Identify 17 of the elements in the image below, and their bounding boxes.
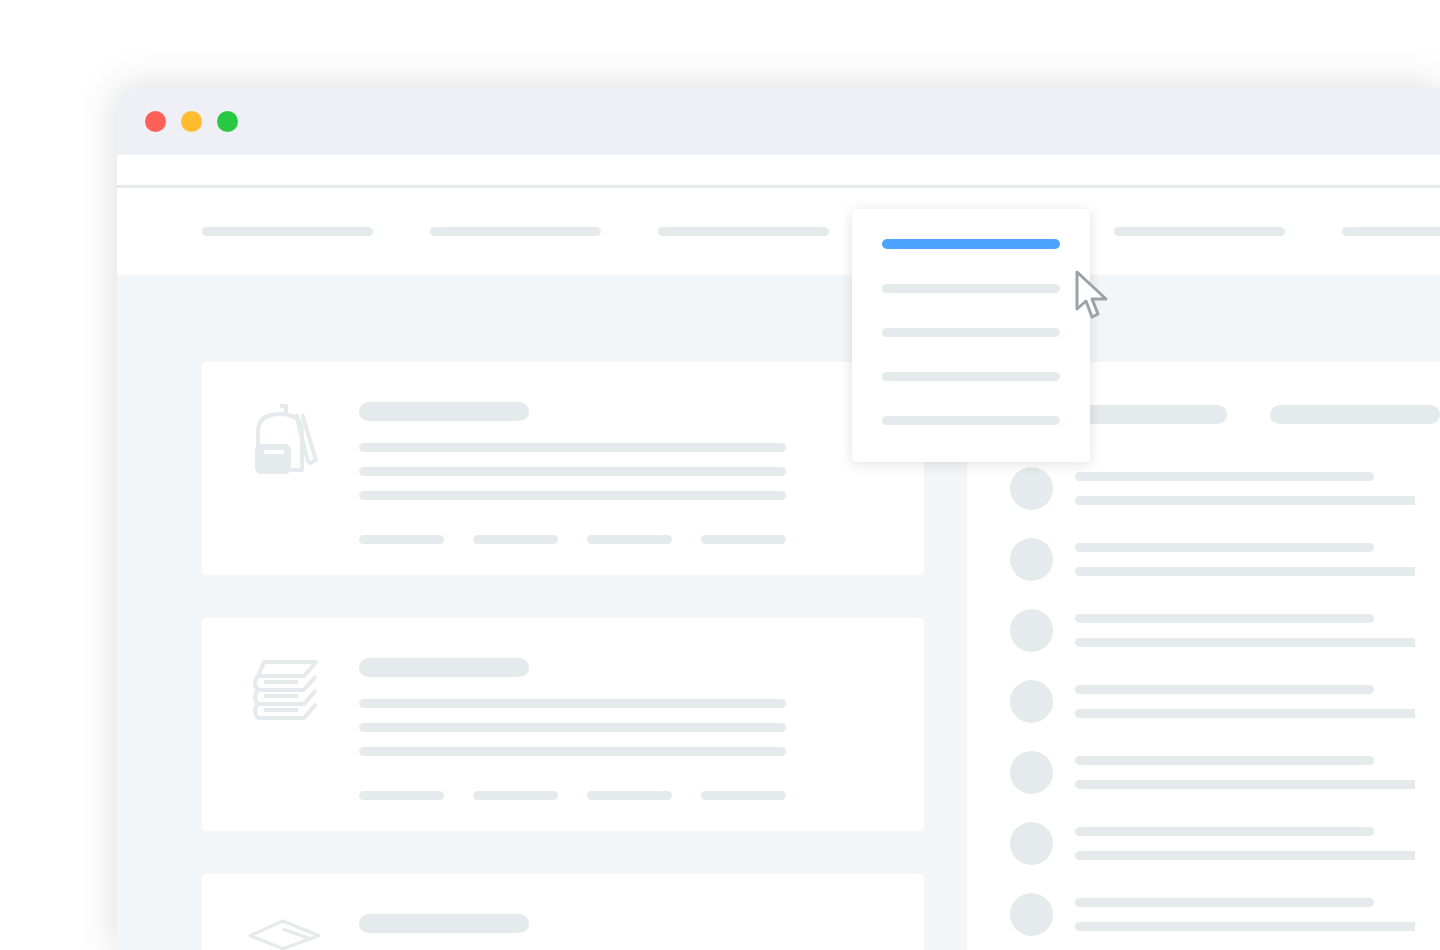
avatar-placeholder bbox=[1010, 893, 1053, 936]
tab-placeholder[interactable] bbox=[1270, 405, 1440, 424]
nav-placeholder-bar[interactable] bbox=[658, 227, 829, 236]
avatar-placeholder bbox=[1010, 467, 1053, 510]
avatar-placeholder bbox=[1010, 751, 1053, 794]
avatar-placeholder bbox=[1010, 680, 1053, 723]
nav-placeholder-bar[interactable] bbox=[430, 227, 601, 236]
nav-placeholder-bar[interactable] bbox=[202, 227, 373, 236]
menu-item-placeholder[interactable] bbox=[882, 328, 1060, 337]
avatar-placeholder bbox=[1010, 609, 1053, 652]
menu-item-placeholder[interactable] bbox=[882, 239, 1060, 249]
nav-placeholder-bar[interactable] bbox=[1114, 227, 1285, 236]
menu-item-placeholder[interactable] bbox=[882, 284, 1060, 293]
avatar-placeholder bbox=[1010, 538, 1053, 581]
avatar-placeholder bbox=[1010, 822, 1053, 865]
menu-item-placeholder[interactable] bbox=[882, 372, 1060, 381]
menu-item-placeholder[interactable] bbox=[882, 416, 1060, 425]
